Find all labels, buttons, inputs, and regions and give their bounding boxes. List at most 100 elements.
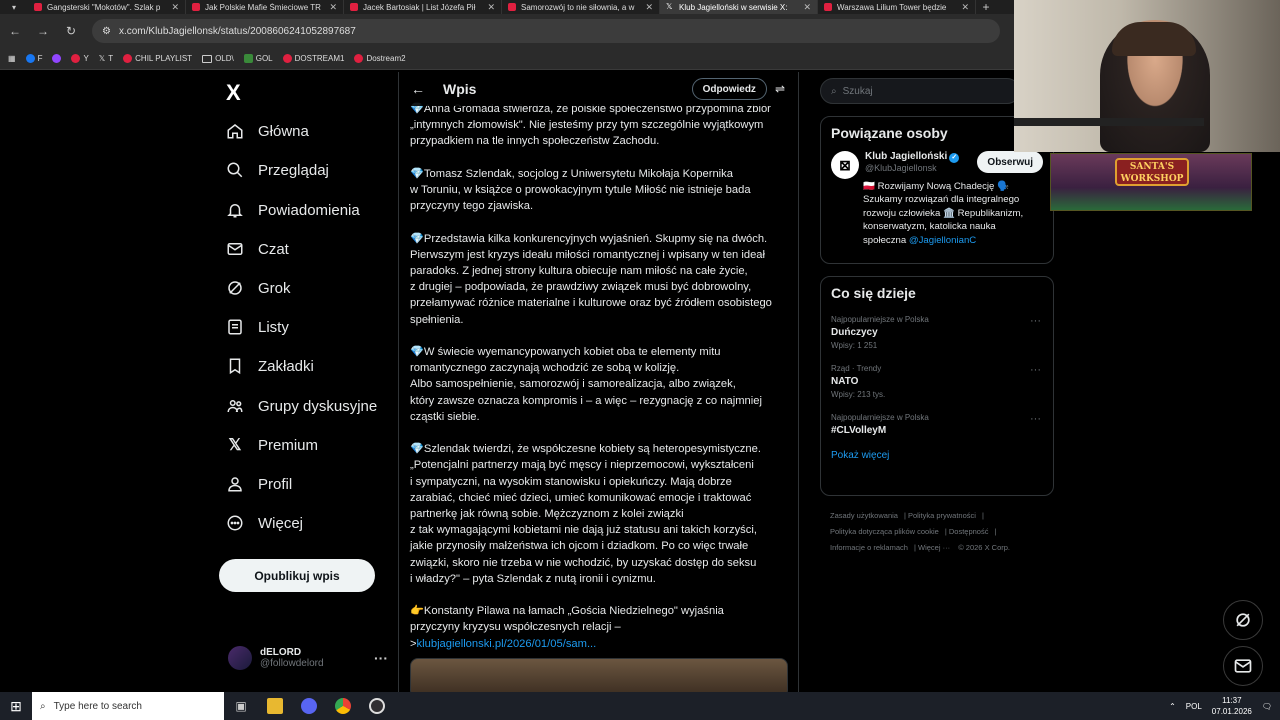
post-image[interactable] (410, 658, 788, 692)
apps-grid-icon[interactable]: ▦ (8, 54, 16, 63)
account-menu-icon[interactable]: ··· (374, 650, 388, 666)
sidebar-item-more[interactable]: Więcej (226, 514, 303, 532)
back-arrow-icon[interactable]: ← (411, 81, 425, 97)
trend-item[interactable]: Najpopularniejsze w Polska Duńczycy Wpis… (831, 315, 1043, 350)
clock[interactable]: 11:37 07.01.2026 (1212, 695, 1252, 717)
bookmark-folder[interactable]: OLD\ (202, 54, 234, 63)
publish-post-button[interactable]: Opublikuj wpis (219, 559, 375, 592)
sidebar-item-profile[interactable]: Profil (226, 475, 292, 493)
discord-icon[interactable] (292, 692, 326, 720)
taskbar-search-input[interactable]: ⌕ Type here to search (32, 692, 224, 720)
chrome-icon[interactable] (326, 692, 360, 720)
sidebar-item-explore[interactable]: Przeglądaj (226, 161, 329, 179)
search-input[interactable]: ⌕ Szukaj (820, 78, 1020, 104)
bookmark-item[interactable] (52, 54, 62, 63)
post-paragraph: 💎Anna Gromada stwierdza, że polskie społ… (410, 103, 771, 148)
trend-item[interactable]: Rząd · Trendy NATO Wpisy: 213 tys. ··· (831, 364, 1043, 399)
account-switcher[interactable]: dELORD @followdelord ··· (228, 646, 388, 670)
footer-link[interactable]: Polityka dotycząca plików cookie (830, 527, 939, 536)
youtube-icon (71, 54, 81, 63)
footer-link[interactable]: Więcej ··· (918, 543, 950, 552)
sidebar-item-bookmarks[interactable]: Zakładki (226, 357, 314, 375)
bookmark-item[interactable]: GOL (243, 54, 273, 63)
trends-card: Co się dzieje Najpopularniejsze w Polska… (820, 276, 1054, 496)
obs-icon[interactable] (360, 692, 394, 720)
related-title: Powiązane osoby (831, 125, 948, 141)
back-icon[interactable]: ← (8, 24, 22, 38)
bookmark-item[interactable]: CHIL PLAYLIST (123, 54, 192, 63)
sidebar-item-home[interactable]: Główna (226, 122, 309, 140)
bookmark-item[interactable]: Y (71, 54, 89, 63)
tray-chevron-icon[interactable]: ⌃ (1169, 702, 1176, 711)
close-tab-icon[interactable]: ✕ (171, 2, 179, 13)
more-options-icon[interactable]: ··· (1030, 315, 1041, 327)
task-view-icon[interactable]: ▣ (224, 692, 258, 720)
post-paragraph: 💎Przedstawia kilka konkurencyjnych wyjaś… (410, 232, 772, 326)
list-icon (226, 318, 244, 336)
bookmark-item[interactable]: DOSTREAM1 (282, 54, 344, 63)
bookmark-item[interactable]: 𝕏T (99, 54, 113, 63)
footer-link[interactable]: Dostępność (949, 527, 989, 536)
close-tab-icon[interactable]: ✕ (961, 2, 969, 13)
close-tab-icon[interactable]: ✕ (645, 2, 653, 13)
youtube-icon (354, 54, 364, 63)
browser-tab[interactable]: Jacek Bartosiak | List Józefa Pił ✕ (344, 0, 502, 14)
footer-link[interactable]: Informacje o reklamach (830, 543, 908, 552)
grok-float-button[interactable] (1223, 600, 1263, 640)
url-field[interactable]: ⚙ x.com/KlubJagiellonsk/status/200860624… (92, 19, 1000, 43)
facebook-icon (25, 54, 35, 63)
footer-link[interactable]: Zasady użytkowania (830, 511, 898, 520)
browser-tab[interactable]: Warszawa Lilium Tower będzie ✕ (818, 0, 976, 14)
youtube-icon (350, 3, 358, 11)
adjust-icon[interactable]: ⇌ (775, 82, 785, 96)
close-tab-icon[interactable]: ✕ (329, 2, 337, 13)
browser-tab[interactable]: Samorozwój to nie siłownia, a w ✕ (502, 0, 660, 14)
home-icon (226, 122, 244, 140)
left-sidebar: X Główna Przeglądaj Powiadomienia Czat G… (218, 72, 398, 692)
show-more-link[interactable]: Pokaż więcej (831, 450, 1043, 461)
bell-icon (226, 201, 244, 219)
browser-tab[interactable]: Jak Polskie Mafie Śmieciowe TR ✕ (186, 0, 344, 14)
footer-link[interactable]: Polityka prywatności (908, 511, 976, 520)
more-options-icon[interactable]: ··· (1030, 413, 1041, 425)
close-tab-icon[interactable]: ✕ (803, 2, 811, 13)
article-link[interactable]: klubjagiellonski.pl/2026/01/05/sam... (417, 638, 597, 650)
bookmarks-bar: ▦ F Y 𝕏T CHIL PLAYLIST OLD\ GOL DOSTREAM… (0, 48, 1014, 70)
x-logo[interactable]: X (226, 80, 241, 106)
more-options-icon[interactable]: ··· (1030, 364, 1041, 376)
tab-list-menu-button[interactable]: ▾ (0, 0, 28, 14)
site-info-icon[interactable]: ⚙ (102, 26, 111, 37)
windows-start-icon[interactable]: ⊞ (0, 692, 32, 720)
file-explorer-icon[interactable] (258, 692, 292, 720)
sidebar-item-premium[interactable]: 𝕏 Premium (226, 436, 318, 455)
copyright: © 2026 X Corp. (958, 543, 1010, 552)
trend-item[interactable]: Najpopularniejsze w Polska #CLVolleyM ··… (831, 413, 1043, 436)
mail-icon (226, 240, 244, 258)
close-tab-icon[interactable]: ✕ (487, 2, 495, 13)
browser-tab[interactable]: Gangsterski "Mokotów". Szlak p ✕ (28, 0, 186, 14)
browser-tab-active[interactable]: 𝕏 Klub Jagielloński w serwisie X: ✕ (660, 0, 818, 14)
folder-icon (202, 54, 213, 63)
messages-float-button[interactable] (1223, 646, 1263, 686)
post-paragraph: 💎Szlendak twierdzi, że współczesne kobie… (410, 443, 761, 585)
sidebar-item-notifications[interactable]: Powiadomienia (226, 201, 360, 219)
post-header: ← Wpis Odpowiedz ⇌ (399, 72, 798, 106)
reload-icon[interactable]: ↻ (64, 24, 78, 38)
bookmark-item[interactable]: F (25, 54, 42, 63)
account-name: dELORD (260, 647, 302, 658)
notifications-icon[interactable]: 🗨 (1262, 702, 1272, 711)
follow-button[interactable]: Obserwuj (977, 151, 1043, 173)
sidebar-item-communities[interactable]: Grupy dyskusyjne (226, 397, 377, 415)
bookmark-item[interactable]: Dostream2 (354, 54, 406, 63)
account-avatar: ⊠ (831, 151, 859, 179)
sidebar-item-grok[interactable]: Grok (226, 279, 291, 297)
reply-button[interactable]: Odpowiedz (691, 78, 767, 100)
new-tab-button[interactable]: + (976, 0, 996, 14)
sidebar-item-chat[interactable]: Czat (226, 240, 289, 258)
bio-link[interactable]: @JagiellonianC (909, 235, 976, 246)
browser-tab-bar: ▾ Gangsterski "Mokotów". Szlak p ✕ Jak Po… (0, 0, 1014, 14)
forward-icon[interactable]: → (36, 24, 50, 38)
related-account[interactable]: ⊠ Klub Jagielloński ✓ @KlubJagiellonsk Ob… (831, 151, 1043, 179)
sidebar-item-lists[interactable]: Listy (226, 318, 289, 336)
language-indicator[interactable]: POL (1186, 702, 1202, 711)
